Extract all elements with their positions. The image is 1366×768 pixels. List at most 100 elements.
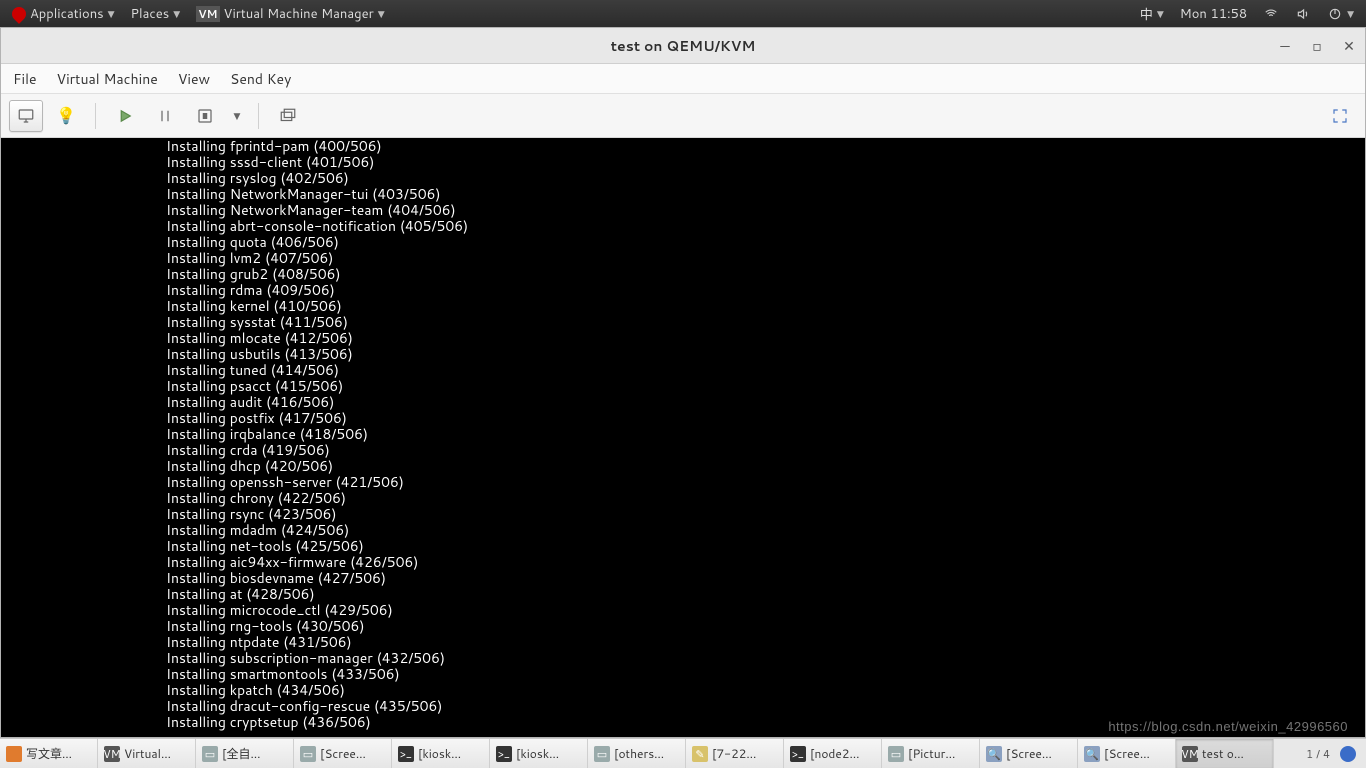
- chevron-down-icon: ▼: [1347, 7, 1354, 20]
- run-button[interactable]: [108, 100, 142, 132]
- console-line: Installing lvm2 (407/506): [166, 250, 1365, 266]
- console-line: Installing smartmontools (433/506): [166, 666, 1365, 682]
- menu-file[interactable]: File: [13, 69, 37, 89]
- window-maximize-button[interactable]: ▫: [1309, 38, 1325, 54]
- window-titlebar[interactable]: test on QEMU/KVM — ▫ ✕: [1, 28, 1365, 64]
- task-screenshot-3[interactable]: 🔍[Scree…: [1078, 739, 1176, 768]
- wifi-icon: [1263, 6, 1279, 22]
- chevron-down-icon: ▼: [1157, 7, 1164, 20]
- active-app-menu[interactable]: VM Virtual Machine Manager ▼: [190, 5, 390, 23]
- ime-indicator[interactable]: 中 ▼: [1134, 4, 1170, 24]
- menu-view[interactable]: View: [178, 69, 210, 89]
- shutdown-button[interactable]: [188, 100, 222, 132]
- stop-icon: [196, 107, 214, 125]
- console-line: Installing cryptsetup (436/506): [166, 714, 1365, 730]
- power-menu[interactable]: ▼: [1321, 6, 1360, 22]
- play-icon: [116, 107, 134, 125]
- task-app-icon: >_: [790, 746, 806, 762]
- task-label: test o…: [1202, 745, 1244, 762]
- console-line: Installing usbutils (413/506): [166, 346, 1365, 362]
- toolbar-separator: [258, 103, 259, 129]
- vm-guest-console[interactable]: Installing fprintd-pam (400/506)Installi…: [1, 138, 1365, 737]
- snapshots-button[interactable]: [271, 100, 305, 132]
- applications-menu[interactable]: Applications ▼: [6, 5, 121, 23]
- task-app-icon: ▭: [300, 746, 316, 762]
- chevron-down-icon: ▼: [234, 109, 241, 122]
- task-app-icon: VM: [104, 746, 120, 762]
- tray-app-icon[interactable]: [1340, 746, 1356, 762]
- show-console-button[interactable]: [9, 100, 43, 132]
- console-line: Installing quota (406/506): [166, 234, 1365, 250]
- fullscreen-button[interactable]: [1323, 100, 1357, 132]
- task-terminal-kiosk-2[interactable]: >_[kiosk…: [490, 739, 588, 768]
- console-line: Installing irqbalance (418/506): [166, 426, 1365, 442]
- clock-label: Mon 11:58: [1180, 5, 1247, 23]
- console-line: Installing abrt-console-notification (40…: [166, 218, 1365, 234]
- window-close-button[interactable]: ✕: [1341, 38, 1357, 54]
- console-line: Installing biosdevname (427/506): [166, 570, 1365, 586]
- bulb-icon: 💡: [56, 104, 76, 127]
- task-label: 写文章…: [26, 745, 72, 762]
- workspace-indicator[interactable]: 1 / 4: [1296, 739, 1366, 768]
- chevron-down-icon: ▼: [378, 7, 385, 20]
- task-label: [7-22…: [712, 745, 756, 762]
- task-firefox[interactable]: 写文章…: [0, 739, 98, 768]
- console-line: Installing grub2 (408/506): [166, 266, 1365, 282]
- show-details-button[interactable]: 💡: [49, 100, 83, 132]
- applications-label: Applications: [30, 5, 104, 23]
- places-menu[interactable]: Places ▼: [125, 5, 187, 23]
- task-label: [Scree…: [320, 745, 366, 762]
- snapshots-icon: [279, 107, 297, 125]
- task-app-icon: ▭: [888, 746, 904, 762]
- task-label: [Scree…: [1006, 745, 1052, 762]
- task-label: [Scree…: [1104, 745, 1150, 762]
- console-line: Installing psacct (415/506): [166, 378, 1365, 394]
- chevron-down-icon: ▼: [173, 7, 180, 20]
- network-indicator[interactable]: [1257, 6, 1285, 22]
- task-screenshot-1[interactable]: ▭[Scree…: [294, 739, 392, 768]
- task-label: [node2…: [810, 745, 860, 762]
- task-label: [kiosk…: [418, 745, 461, 762]
- active-app-label: Virtual Machine Manager: [224, 5, 374, 23]
- console-line: Installing crda (419/506): [166, 442, 1365, 458]
- task-app-icon: ▭: [202, 746, 218, 762]
- volume-indicator[interactable]: [1289, 6, 1317, 22]
- task-vm-test[interactable]: VMtest o…: [1176, 739, 1274, 768]
- menu-sendkey[interactable]: Send Key: [230, 69, 291, 89]
- clock[interactable]: Mon 11:58: [1174, 5, 1253, 23]
- task-virt-manager[interactable]: VMVirtual…: [98, 739, 196, 768]
- virt-manager-icon: VM: [196, 6, 219, 22]
- task-terminal-kiosk-1[interactable]: >_[kiosk…: [392, 739, 490, 768]
- console-line: Installing tuned (414/506): [166, 362, 1365, 378]
- window-list-taskbar: 写文章…VMVirtual…▭[全自…▭[Scree…>_[kiosk…>_[k…: [0, 738, 1366, 768]
- menu-bar: File Virtual Machine View Send Key: [1, 64, 1365, 94]
- vm-console-window: test on QEMU/KVM — ▫ ✕ File Virtual Mach…: [0, 27, 1366, 738]
- task-label: Virtual…: [124, 745, 171, 762]
- pause-button[interactable]: [148, 100, 182, 132]
- task-label: [others…: [614, 745, 664, 762]
- toolbar-separator: [95, 103, 96, 129]
- task-terminal-node2[interactable]: >_[node2…: [784, 739, 882, 768]
- task-app-icon: >_: [398, 746, 414, 762]
- task-app-icon: ✎: [692, 746, 708, 762]
- task-app-icon: VM: [1182, 746, 1198, 762]
- task-label: [Pictur…: [908, 745, 955, 762]
- workspace-label: 1 / 4: [1306, 746, 1330, 762]
- shutdown-menu-button[interactable]: ▼: [228, 100, 246, 132]
- task-pictures[interactable]: ▭[Pictur…: [882, 739, 980, 768]
- console-line: Installing rdma (409/506): [166, 282, 1365, 298]
- task-doc[interactable]: ▭[全自…: [196, 739, 294, 768]
- task-app-icon: 🔍: [986, 746, 1002, 762]
- chevron-down-icon: ▼: [108, 7, 115, 20]
- pause-icon: [156, 107, 174, 125]
- task-app-icon: 🔍: [1084, 746, 1100, 762]
- console-line: Installing chrony (422/506): [166, 490, 1365, 506]
- window-minimize-button[interactable]: —: [1277, 38, 1293, 54]
- task-screenshot-2[interactable]: 🔍[Scree…: [980, 739, 1078, 768]
- power-icon: [1327, 6, 1343, 22]
- task-app-icon: >_: [496, 746, 512, 762]
- window-title: test on QEMU/KVM: [611, 36, 756, 56]
- task-others[interactable]: ▭[others…: [588, 739, 686, 768]
- task-gedit[interactable]: ✎[7-22…: [686, 739, 784, 768]
- menu-vm[interactable]: Virtual Machine: [57, 69, 158, 89]
